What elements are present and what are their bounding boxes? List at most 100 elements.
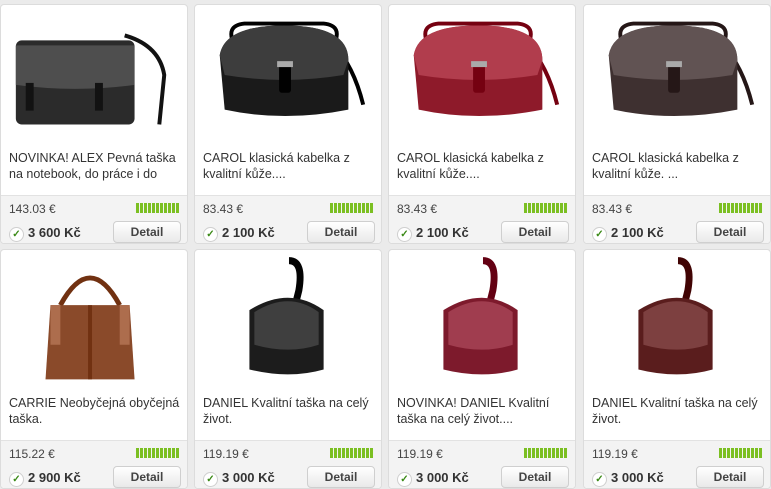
stock-segment xyxy=(524,448,527,458)
product-card[interactable]: DANIEL Kvalitní taška na celý život. 119… xyxy=(583,249,771,489)
detail-button[interactable]: Detail xyxy=(307,221,375,243)
stock-segment xyxy=(160,203,163,213)
product-card[interactable]: NOVINKA! DANIEL Kvalitní taška na celý ž… xyxy=(388,249,576,489)
product-image[interactable] xyxy=(195,5,381,145)
product-card[interactable]: NOVINKA! ALEX Pevná taška na notebook, d… xyxy=(0,4,188,244)
product-image[interactable] xyxy=(389,250,575,390)
price-czk: 3 000 Kč xyxy=(416,470,469,485)
product-image[interactable] xyxy=(1,5,187,145)
stock-segment xyxy=(528,448,531,458)
stock-segment xyxy=(144,203,147,213)
stock-segment xyxy=(556,203,559,213)
stock-indicator xyxy=(524,203,567,213)
stock-segment xyxy=(176,203,179,213)
stock-segment xyxy=(739,203,742,213)
stock-segment xyxy=(532,203,535,213)
product-title[interactable]: DANIEL Kvalitní taška na celý život. xyxy=(592,395,764,435)
stock-segment xyxy=(370,448,373,458)
stock-segment xyxy=(140,448,143,458)
stock-segment xyxy=(759,448,762,458)
stock-segment xyxy=(354,203,357,213)
product-title[interactable]: CAROL klasická kabelka z kvalitní kůže. … xyxy=(592,150,764,190)
stock-segment xyxy=(759,203,762,213)
detail-button[interactable]: Detail xyxy=(501,466,569,488)
bag-illustration xyxy=(219,21,366,117)
product-card[interactable]: CAROL klasická kabelka z kvalitní kůže..… xyxy=(388,4,576,244)
stock-segment xyxy=(755,203,758,213)
price-eur: 119.19 € xyxy=(592,447,638,461)
price-eur: 143.03 € xyxy=(9,202,56,216)
stock-segment xyxy=(723,203,726,213)
stock-segment xyxy=(346,448,349,458)
stock-indicator xyxy=(719,448,762,458)
stock-segment xyxy=(362,448,365,458)
stock-segment xyxy=(358,448,361,458)
stock-segment xyxy=(532,448,535,458)
product-card[interactable]: CARRIE Neobyčejná obyčejná taška. 115.22… xyxy=(0,249,188,489)
stock-segment xyxy=(136,448,139,458)
price-eur: 83.43 € xyxy=(397,202,438,216)
price-czk: 2 900 Kč xyxy=(28,470,81,485)
price-czk: 2 100 Kč xyxy=(416,225,469,240)
stock-segment xyxy=(719,448,722,458)
product-title[interactable]: NOVINKA! DANIEL Kvalitní taška na celý ž… xyxy=(397,395,569,435)
stock-segment xyxy=(731,203,734,213)
stock-segment xyxy=(350,203,353,213)
check-icon: ✓ xyxy=(592,227,607,242)
stock-segment xyxy=(148,203,151,213)
stock-segment xyxy=(148,448,151,458)
stock-segment xyxy=(552,203,555,213)
stock-segment xyxy=(164,203,167,213)
product-card[interactable]: CAROL klasická kabelka z kvalitní kůže. … xyxy=(583,4,771,244)
stock-segment xyxy=(338,448,341,458)
price-bar: 83.43 € ✓ 2 100 Kč Detail xyxy=(195,195,381,243)
product-title[interactable]: NOVINKA! ALEX Pevná taška na notebook, d… xyxy=(9,150,181,190)
stock-segment xyxy=(156,203,159,213)
stock-segment xyxy=(362,203,365,213)
product-card[interactable]: DANIEL Kvalitní taška na celý život. 119… xyxy=(194,249,382,489)
stock-segment xyxy=(731,448,734,458)
detail-button[interactable]: Detail xyxy=(113,221,181,243)
bag-illustration xyxy=(638,257,713,375)
product-title[interactable]: DANIEL Kvalitní taška na celý život. xyxy=(203,395,375,435)
bag-illustration xyxy=(443,257,518,375)
price-bar: 143.03 € ✓ 3 600 Kč Detail xyxy=(1,195,187,243)
bag-illustration xyxy=(15,33,167,125)
product-image[interactable] xyxy=(195,250,381,390)
stock-segment xyxy=(560,448,563,458)
stock-segment xyxy=(350,448,353,458)
price-bar: 83.43 € ✓ 2 100 Kč Detail xyxy=(389,195,575,243)
detail-button[interactable]: Detail xyxy=(696,466,764,488)
check-icon: ✓ xyxy=(203,472,218,487)
stock-indicator xyxy=(330,448,373,458)
stock-segment xyxy=(727,203,730,213)
stock-segment xyxy=(338,203,341,213)
stock-segment xyxy=(334,448,337,458)
stock-segment xyxy=(160,448,163,458)
product-image[interactable] xyxy=(584,5,770,145)
stock-segment xyxy=(544,203,547,213)
product-card[interactable]: CAROL klasická kabelka z kvalitní kůže..… xyxy=(194,4,382,244)
stock-segment xyxy=(354,448,357,458)
stock-segment xyxy=(152,203,155,213)
detail-button[interactable]: Detail xyxy=(113,466,181,488)
stock-segment xyxy=(747,203,750,213)
stock-segment xyxy=(156,448,159,458)
detail-button[interactable]: Detail xyxy=(307,466,375,488)
stock-segment xyxy=(168,203,171,213)
bag-illustration xyxy=(45,275,135,380)
product-title[interactable]: CAROL klasická kabelka z kvalitní kůže..… xyxy=(203,150,375,190)
detail-button[interactable]: Detail xyxy=(696,221,764,243)
stock-indicator xyxy=(136,203,179,213)
product-image[interactable] xyxy=(584,250,770,390)
price-czk: 3 000 Kč xyxy=(611,470,664,485)
detail-button[interactable]: Detail xyxy=(501,221,569,243)
price-eur: 83.43 € xyxy=(592,202,633,216)
product-title[interactable]: CAROL klasická kabelka z kvalitní kůže..… xyxy=(397,150,569,190)
stock-segment xyxy=(755,448,758,458)
product-image[interactable] xyxy=(389,5,575,145)
price-czk: 3 600 Kč xyxy=(28,225,81,240)
product-image[interactable] xyxy=(1,250,187,390)
stock-segment xyxy=(140,203,143,213)
product-title[interactable]: CARRIE Neobyčejná obyčejná taška. xyxy=(9,395,181,435)
